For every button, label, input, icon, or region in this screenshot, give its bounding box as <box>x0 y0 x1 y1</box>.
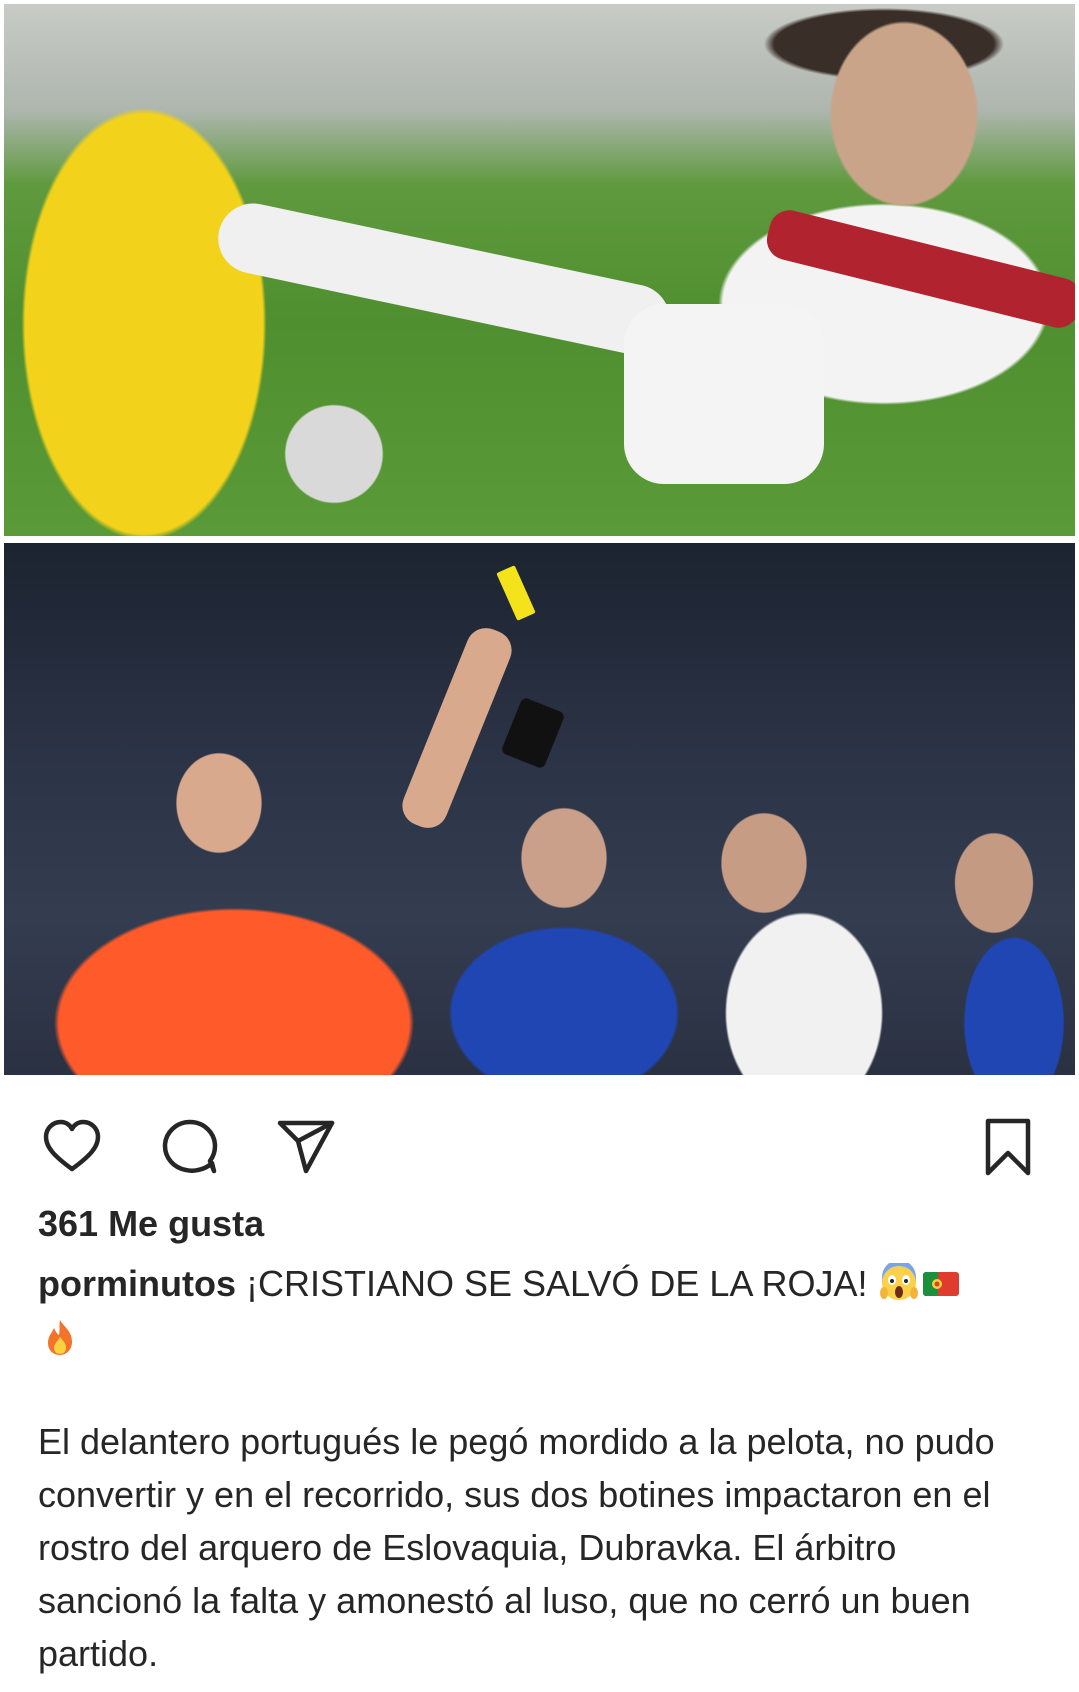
comment-button[interactable] <box>154 1111 226 1183</box>
caption-headline: ¡CRISTIANO SE SALVÓ DE LA ROJA! <box>235 1263 878 1304</box>
save-button[interactable] <box>972 1111 1044 1183</box>
post-caption: porminutos ¡CRISTIANO SE SALVÓ DE LA ROJ… <box>38 1257 1038 1365</box>
comment-icon <box>162 1119 218 1174</box>
photo-yellow-card[interactable] <box>4 543 1075 1075</box>
referee-arm <box>396 622 518 834</box>
portugal-flag-emoji <box>921 1263 961 1303</box>
share-button[interactable] <box>270 1111 342 1183</box>
likes-count[interactable]: 361 Me gusta <box>38 1202 264 1246</box>
yellow-card <box>496 565 536 621</box>
photo-tackle[interactable] <box>4 4 1075 536</box>
player-leg <box>211 196 677 362</box>
screaming-face-emoji <box>879 1260 919 1303</box>
paper-plane-icon <box>277 1120 335 1174</box>
author-username[interactable]: porminutos <box>38 1263 236 1304</box>
like-button[interactable] <box>36 1111 108 1183</box>
heart-icon <box>43 1119 101 1172</box>
player-shorts <box>624 304 824 484</box>
fire-emoji <box>40 1317 80 1357</box>
bookmark-icon <box>985 1118 1031 1176</box>
referee-wristband <box>500 696 566 770</box>
caption-body: El delantero portugués le pegó mordido a… <box>38 1421 995 1674</box>
post-media[interactable] <box>0 0 1079 1079</box>
post-action-bar <box>0 1079 1079 1199</box>
